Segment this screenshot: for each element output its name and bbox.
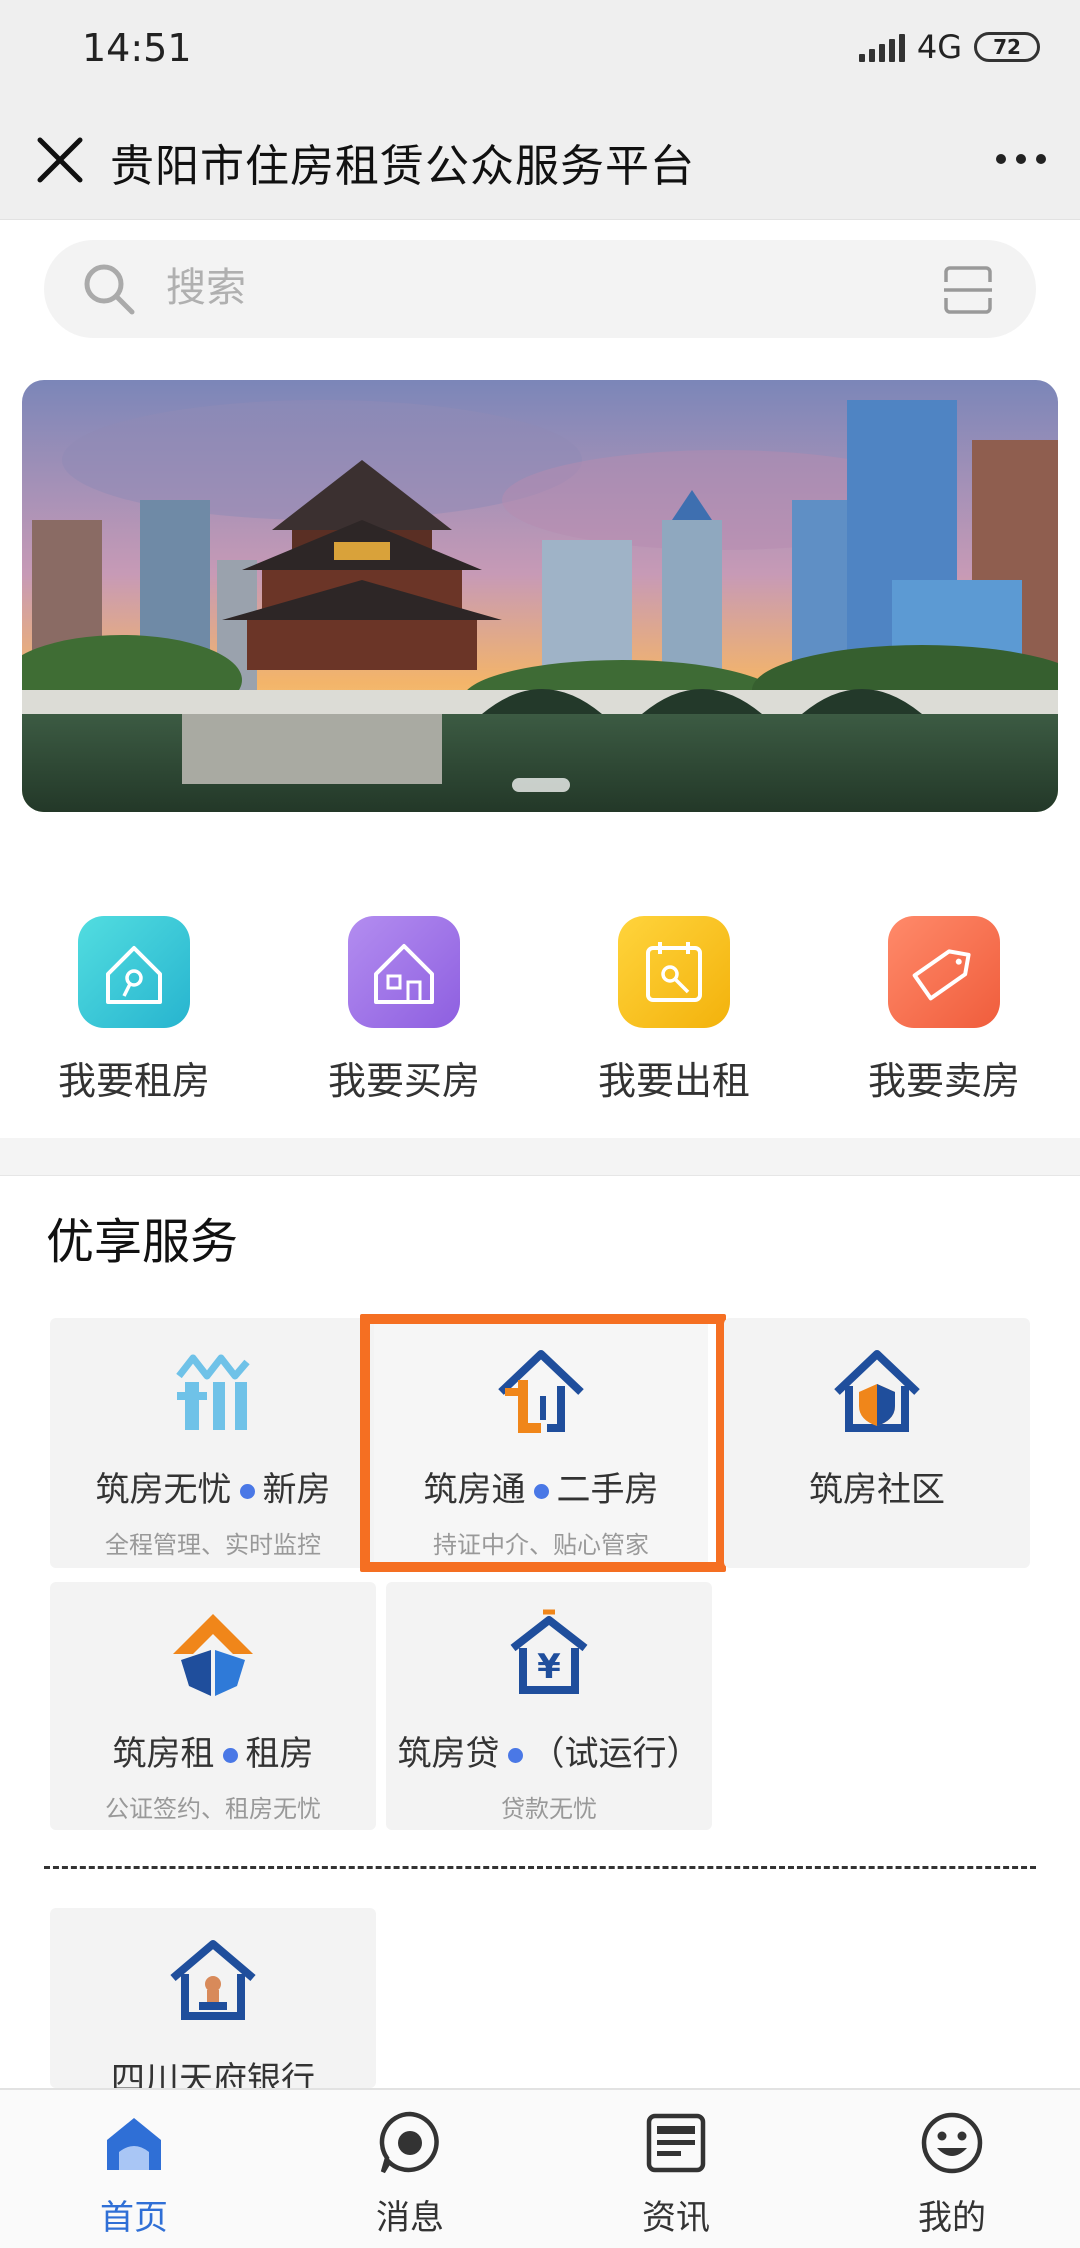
service-card-second-hand[interactable]: 筑房通 二手房 持证中介、贴心管家 [374, 1318, 708, 1568]
bank-stamp-icon [170, 1940, 256, 2020]
nav-news[interactable]: 资讯 [576, 2110, 776, 2239]
service-card-community[interactable]: 筑房社区 [724, 1318, 1030, 1568]
home-icon [107, 2118, 161, 2170]
network-type: 4G [916, 28, 962, 66]
status-time: 14:51 [82, 26, 192, 70]
quick-actions: 我要租房 我要买房 我要出租 我要卖房 [0, 900, 1080, 1103]
status-bar: 14:51 4G 72 [0, 0, 1080, 100]
status-right: 4G 72 [858, 28, 1040, 66]
rent-house-icon [173, 1614, 253, 1696]
nav-label: 资讯 [642, 2198, 710, 2238]
service-card-bank[interactable]: 四川天府银行 [50, 1908, 376, 2088]
banner-carousel[interactable] [22, 380, 1058, 812]
service-name: 四川天府银行 [111, 2060, 315, 2088]
service-sub: 全程管理、实时监控 [105, 1531, 321, 1559]
service-name: 筑房社区 [809, 1470, 945, 1510]
smile-icon [921, 2112, 983, 2174]
nav-messages[interactable]: 消息 [310, 2110, 510, 2239]
house-icon [348, 916, 460, 1028]
service-sub: 持证中介、贴心管家 [433, 1531, 649, 1559]
calendar-key-icon [618, 916, 730, 1028]
dot-separator [239, 1484, 255, 1499]
quick-label: 我要出租 [597, 1059, 750, 1103]
banner-image [22, 380, 1058, 812]
carousel-indicator [512, 778, 570, 792]
page-title: 贵阳市住房租赁公众服务平台 [110, 141, 695, 192]
sale-tag-icon [888, 916, 1000, 1028]
quick-buy-house[interactable]: 我要买房 [294, 900, 514, 1105]
battery-level: 72 [993, 35, 1021, 59]
section-title: 优享服务 [46, 1214, 239, 1270]
service-name: 筑房通 二手房 [423, 1470, 659, 1510]
dashed-divider [44, 1866, 1036, 1869]
service-card-loan[interactable]: ¥ 筑房贷 （试运行） 贷款无忧 [386, 1582, 712, 1830]
battery-icon: 72 [974, 32, 1040, 62]
nav-profile[interactable]: 我的 [852, 2110, 1052, 2239]
news-icon [646, 2113, 706, 2173]
more-icon[interactable] [996, 154, 1046, 164]
quick-sell-house[interactable]: 我要卖房 [834, 900, 1054, 1105]
service-name: 筑房贷 （试运行） [397, 1734, 701, 1774]
nav-home[interactable]: 首页 [34, 2110, 234, 2239]
dot-separator [533, 1484, 549, 1499]
close-icon[interactable] [32, 132, 88, 188]
title-bar: 贵阳市住房租赁公众服务平台 [0, 100, 1080, 220]
service-name: 筑房无忧 新房 [95, 1470, 331, 1510]
signal-icon [858, 32, 905, 62]
nav-label: 我的 [918, 2198, 986, 2238]
bottom-nav: 首页 消息 资讯 我的 [0, 2088, 1080, 2248]
quick-lease-out[interactable]: 我要出租 [564, 900, 784, 1105]
dot-separator [507, 1748, 523, 1763]
search-input[interactable] [166, 258, 866, 318]
service-name: 筑房租 租房 [112, 1734, 314, 1774]
community-shield-icon [834, 1350, 920, 1432]
loan-house-icon: ¥ [510, 1609, 588, 1694]
service-sub: 贷款无忧 [501, 1795, 597, 1823]
service-card-new-house[interactable]: 筑房无忧 新房 全程管理、实时监控 [50, 1318, 376, 1568]
nav-label: 消息 [376, 2198, 444, 2238]
service-sub: 公证签约、租房无忧 [105, 1795, 321, 1823]
key-house-icon [78, 916, 190, 1028]
section-divider [0, 1138, 1080, 1176]
svg-text:¥: ¥ [537, 1647, 561, 1687]
scan-icon[interactable] [942, 264, 994, 316]
quick-label: 我要卖房 [867, 1059, 1020, 1103]
quick-label: 我要租房 [57, 1059, 210, 1103]
new-house-icon [176, 1354, 250, 1430]
message-icon [379, 2111, 439, 2174]
service-card-rent[interactable]: 筑房租 租房 公证签约、租房无忧 [50, 1582, 376, 1830]
nav-label: 首页 [100, 2198, 168, 2238]
search-icon [84, 264, 135, 315]
second-hand-house-icon [498, 1350, 584, 1433]
search-bar[interactable] [44, 240, 1036, 338]
quick-rent-house[interactable]: 我要租房 [24, 900, 244, 1105]
dot-separator [222, 1748, 238, 1763]
quick-label: 我要买房 [327, 1059, 480, 1103]
